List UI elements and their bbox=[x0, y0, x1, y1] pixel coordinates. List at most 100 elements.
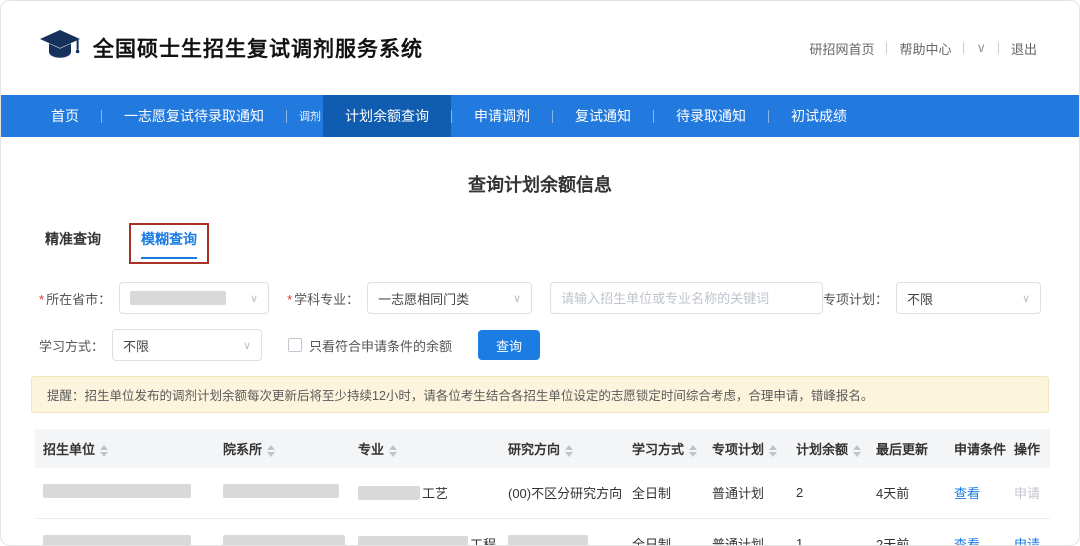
sort-icon[interactable] bbox=[769, 445, 777, 457]
cell-direction bbox=[500, 518, 624, 546]
col-header-unit[interactable]: 招生单位 bbox=[35, 429, 215, 468]
redacted-text bbox=[43, 535, 191, 546]
province-label: *所在省市： bbox=[39, 289, 111, 308]
col-header-balance[interactable]: 计划余额 bbox=[788, 429, 868, 468]
cell-special-plan: 普通计划 bbox=[704, 468, 788, 518]
subject-field: *学科专业： 一志愿相同门类 ∨ bbox=[287, 282, 532, 314]
cell-department bbox=[215, 518, 350, 546]
nav-item-first-choice-notice[interactable]: 一志愿复试待录取通知 bbox=[102, 95, 286, 137]
study-mode-select-value: 不限 bbox=[123, 336, 149, 355]
cell-study-mode: 全日制 bbox=[624, 518, 704, 546]
nav-item-retest-notice[interactable]: 复试通知 bbox=[553, 95, 653, 137]
col-header-major[interactable]: 专业 bbox=[350, 429, 500, 468]
cell-unit bbox=[35, 468, 215, 518]
province-select[interactable]: ∨ bbox=[119, 282, 269, 314]
red-annotation-box: 模糊查询 bbox=[129, 223, 209, 264]
col-header-study-mode[interactable]: 学习方式 bbox=[624, 429, 704, 468]
divider bbox=[886, 42, 887, 54]
redacted-text bbox=[43, 484, 191, 498]
col-header-special-plan[interactable]: 专项计划 bbox=[704, 429, 788, 468]
reminder-banner: 提醒：招生单位发布的调剂计划余额每次更新后将至少持续12小时，请各位考生结合各招… bbox=[31, 376, 1049, 413]
page: 全国硕士生招生复试调剂服务系统 研招网首页 帮助中心 ∨ 退出 首页 一志愿复试… bbox=[0, 0, 1080, 546]
view-link[interactable]: 查看 bbox=[954, 537, 980, 546]
cell-action: 申请 bbox=[1006, 468, 1050, 518]
filter-form: *所在省市： ∨ *学科专业： 一志愿相同门类 ∨ 专项计划： 不限 ∨ bbox=[39, 282, 1041, 361]
col-header-direction[interactable]: 研究方向 bbox=[500, 429, 624, 468]
nav-item-plan-balance-query[interactable]: 计划余额查询 bbox=[323, 95, 451, 137]
select-chevron-down-icon: ∨ bbox=[513, 292, 521, 305]
sort-icon[interactable] bbox=[100, 445, 108, 457]
table-header-row: 招生单位 院系所 专业 研究方向 学习方式 专项计划 计划余额 最后更新 申请条… bbox=[35, 429, 1050, 468]
results-table-wrap: 招生单位 院系所 专业 研究方向 学习方式 专项计划 计划余额 最后更新 申请条… bbox=[35, 429, 1045, 546]
main-nav: 首页 一志愿复试待录取通知 调剂 计划余额查询 申请调剂 复试通知 待录取通知 … bbox=[1, 95, 1079, 137]
cell-action: 申请 bbox=[1006, 518, 1050, 546]
sort-icon[interactable] bbox=[389, 445, 397, 457]
col-header-apply-condition: 申请条件 bbox=[946, 429, 1006, 468]
study-mode-label: 学习方式： bbox=[39, 336, 104, 355]
special-plan-label: 专项计划： bbox=[823, 289, 888, 308]
divider bbox=[998, 42, 999, 54]
app-title: 全国硕士生招生复试调剂服务系统 bbox=[93, 33, 423, 63]
query-tabs: 精准查询 模糊查询 bbox=[45, 223, 1079, 264]
nav-item-admission-notice[interactable]: 待录取通知 bbox=[654, 95, 768, 137]
top-links: 研招网首页 帮助中心 ∨ 退出 bbox=[809, 39, 1037, 58]
nav-item-home[interactable]: 首页 bbox=[29, 95, 101, 137]
logout-link[interactable]: 退出 bbox=[1011, 39, 1037, 58]
cell-department bbox=[215, 468, 350, 518]
nav-divider bbox=[286, 110, 287, 123]
nav-item-apply-adjustment[interactable]: 申请调剂 bbox=[452, 95, 552, 137]
help-center-link[interactable]: 帮助中心 bbox=[899, 39, 951, 58]
cell-apply-condition: 查看 bbox=[946, 518, 1006, 546]
cell-special-plan: 普通计划 bbox=[704, 518, 788, 546]
cell-apply-condition: 查看 bbox=[946, 468, 1006, 518]
special-plan-field: 专项计划： 不限 ∨ bbox=[823, 282, 1041, 314]
apply-link[interactable]: 申请 bbox=[1014, 537, 1040, 546]
yanzhao-home-link[interactable]: 研招网首页 bbox=[809, 39, 874, 58]
divider bbox=[963, 42, 964, 54]
user-menu-chevron-down-icon[interactable]: ∨ bbox=[976, 40, 986, 56]
nav-group-label-tiaoji: 调剂 bbox=[299, 108, 321, 124]
redacted-province-value bbox=[130, 291, 226, 305]
sort-icon[interactable] bbox=[267, 445, 275, 457]
sort-icon[interactable] bbox=[565, 445, 573, 457]
eligible-only-checkbox-label: 只看符合申请条件的余额 bbox=[309, 336, 452, 355]
cell-direction: (00)不区分研究方向 bbox=[500, 468, 624, 518]
cell-balance: 1 bbox=[788, 518, 868, 546]
cell-study-mode: 全日制 bbox=[624, 468, 704, 518]
redacted-text bbox=[358, 486, 420, 500]
province-field: *所在省市： ∨ bbox=[39, 282, 269, 314]
subject-select-value: 一志愿相同门类 bbox=[378, 289, 469, 308]
required-mark: * bbox=[287, 292, 292, 307]
redacted-text bbox=[223, 535, 345, 546]
redacted-text bbox=[508, 535, 588, 546]
nav-item-initial-score[interactable]: 初试成绩 bbox=[769, 95, 869, 137]
graduation-cap-logo bbox=[39, 29, 81, 67]
special-plan-select[interactable]: 不限 ∨ bbox=[896, 282, 1041, 314]
sort-icon[interactable] bbox=[853, 445, 861, 457]
subject-select[interactable]: 一志愿相同门类 ∨ bbox=[367, 282, 532, 314]
cell-major: 工艺 bbox=[350, 468, 500, 518]
study-mode-select[interactable]: 不限 ∨ bbox=[112, 329, 262, 361]
apply-link-disabled: 申请 bbox=[1014, 486, 1040, 501]
tab-fuzzy-query[interactable]: 模糊查询 bbox=[141, 229, 197, 259]
filter-row-2: 学习方式： 不限 ∨ 只看符合申请条件的余额 查询 bbox=[39, 329, 1041, 361]
redacted-text bbox=[358, 536, 468, 546]
select-chevron-down-icon: ∨ bbox=[250, 292, 258, 305]
eligible-only-checkbox-wrap[interactable]: 只看符合申请条件的余额 bbox=[288, 336, 452, 355]
select-chevron-down-icon: ∨ bbox=[1022, 292, 1030, 305]
brand: 全国硕士生招生复试调剂服务系统 bbox=[39, 29, 423, 67]
page-title: 查询计划余额信息 bbox=[1, 171, 1079, 197]
table-row: 工艺 (00)不区分研究方向 全日制 普通计划 2 4天前 查看 申请 bbox=[35, 468, 1050, 518]
search-button[interactable]: 查询 bbox=[478, 330, 540, 360]
col-header-last-update: 最后更新 bbox=[868, 429, 946, 468]
cell-balance: 2 bbox=[788, 468, 868, 518]
cell-last-update: 2天前 bbox=[868, 518, 946, 546]
study-mode-field: 学习方式： 不限 ∨ bbox=[39, 329, 262, 361]
view-link[interactable]: 查看 bbox=[954, 486, 980, 501]
col-header-department[interactable]: 院系所 bbox=[215, 429, 350, 468]
sort-icon[interactable] bbox=[689, 445, 697, 457]
eligible-only-checkbox[interactable] bbox=[288, 338, 302, 352]
tab-precise-query[interactable]: 精准查询 bbox=[45, 229, 101, 259]
cell-major: 工程 bbox=[350, 518, 500, 546]
keyword-input[interactable] bbox=[550, 282, 823, 314]
